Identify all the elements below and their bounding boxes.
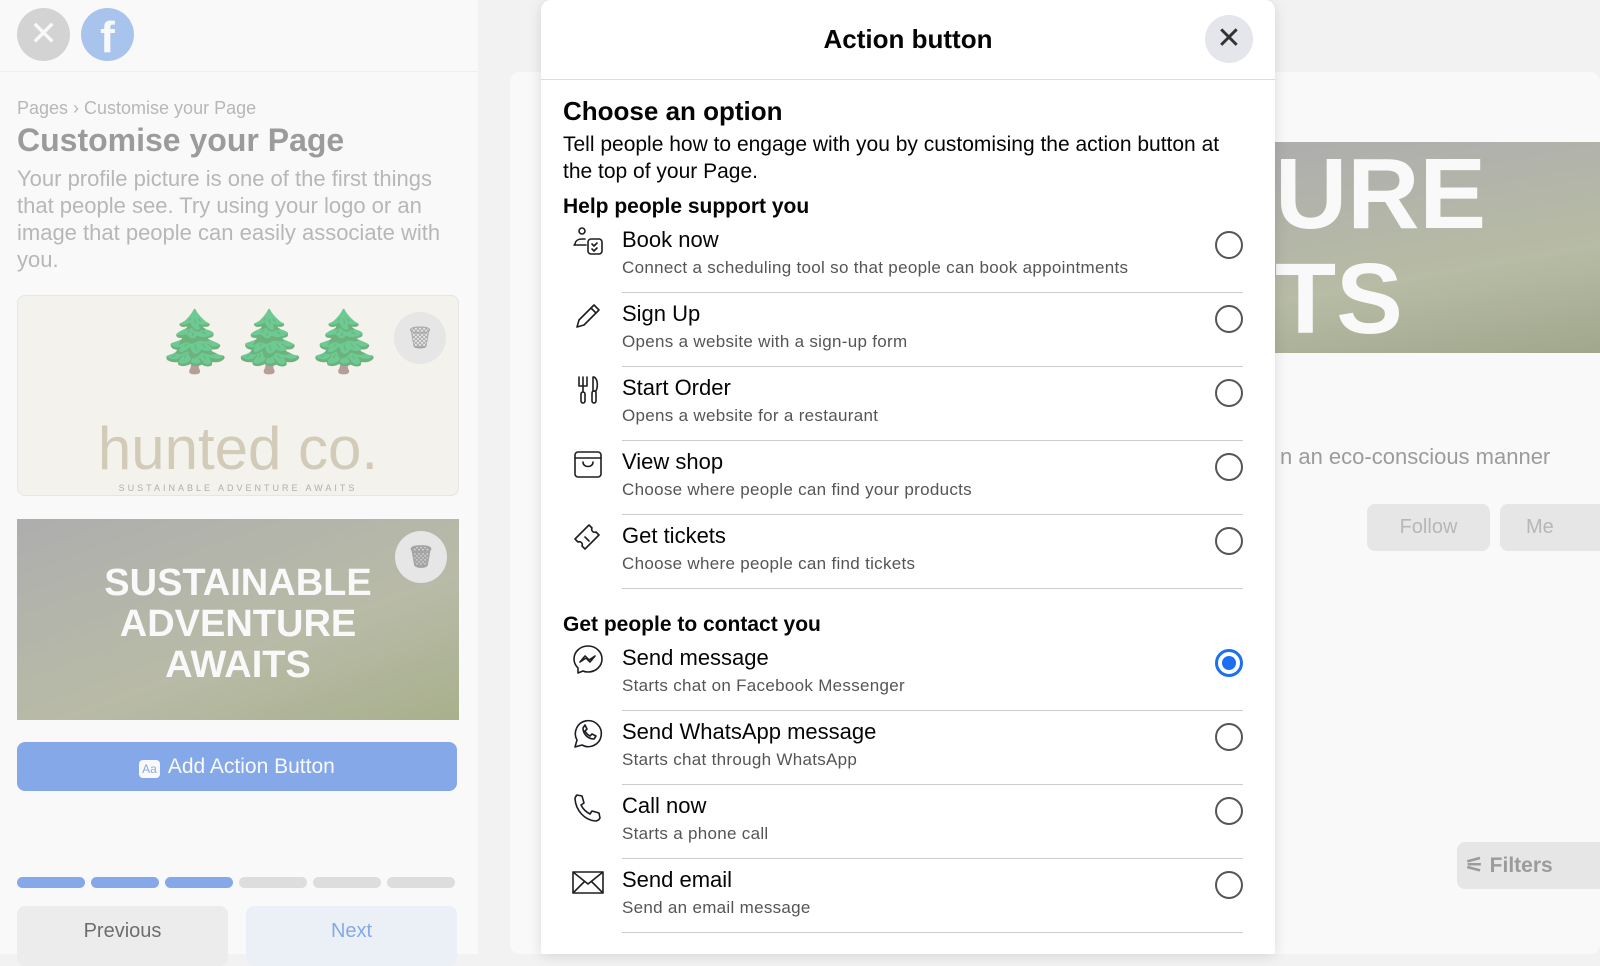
option-subtitle: Choose where people can find your produc… [622, 480, 972, 499]
phone-icon [563, 785, 622, 859]
dialog-title: Action button [823, 24, 993, 54]
option-text: Book now Connect a scheduling tool so tha… [622, 219, 1243, 293]
option-subtitle: Choose where people can find tickets [622, 554, 916, 573]
option-send-message[interactable]: Send message Starts chat on Facebook Mess… [563, 637, 1243, 711]
logo-text: hunted co. [97, 415, 379, 482]
facebook-logo-icon: f [81, 8, 134, 62]
option-get-tickets[interactable]: Get tickets Choose where people can find … [563, 515, 1243, 589]
option-subtitle: Starts chat through WhatsApp [622, 750, 858, 769]
option-title: Send email [622, 867, 733, 892]
option-view-shop[interactable]: View shop Choose where people can find yo… [563, 441, 1243, 515]
dialog-body: Choose an option Tell people how to enga… [541, 80, 1275, 933]
option-radio[interactable] [1215, 305, 1243, 333]
profile-picture: 🌲🌲🌲 hunted co. SUSTAINABLE ADVENTURE AWA… [17, 295, 459, 496]
option-radio[interactable] [1215, 649, 1243, 677]
option-text: Send email Send an email message [622, 859, 1243, 933]
message-button[interactable]: Me [1500, 504, 1600, 551]
delete-cover-button[interactable]: 🗑 [395, 531, 447, 583]
option-title: Get tickets [622, 523, 726, 548]
filters-label: Filters [1489, 854, 1553, 877]
option-call-now[interactable]: Call now Starts a phone call [563, 785, 1243, 859]
whatsapp-icon [563, 711, 622, 785]
add-action-button[interactable]: Aa Add Action Button [17, 742, 457, 791]
page-tagline: n an eco-conscious manner [1280, 444, 1551, 469]
option-subtitle: Connect a scheduling tool so that people… [622, 258, 1129, 277]
filters-button[interactable]: ⚟ Filters [1457, 842, 1600, 889]
option-text: View shop Choose where people can find yo… [622, 441, 1243, 515]
page-title: Customise your Page [17, 122, 345, 158]
pencil-icon [563, 293, 622, 367]
option-text: Start Order Opens a website for a restaur… [622, 367, 1243, 441]
add-action-label: Add Action Button [167, 755, 335, 778]
option-title: Send message [622, 645, 769, 670]
action-button-dialog: Action button ✕ Choose an option Tell pe… [541, 0, 1275, 954]
option-sign-up[interactable]: Sign Up Opens a website with a sign-up fo… [563, 293, 1243, 367]
option-radio[interactable] [1215, 527, 1243, 555]
option-text: Send WhatsApp message Starts chat through… [622, 711, 1243, 785]
next-button[interactable]: Next [246, 906, 457, 966]
section-title: Get people to contact you [563, 613, 821, 636]
option-radio[interactable] [1215, 871, 1243, 899]
section-title: Help people support you [563, 195, 810, 218]
previous-button[interactable]: Previous [17, 906, 228, 966]
follow-button[interactable]: Follow [1367, 504, 1490, 551]
calendar-person-icon [563, 219, 622, 293]
customise-panel: ✕ f Pages › Customise your Page Customis… [0, 0, 478, 966]
envelope-icon [563, 859, 622, 933]
breadcrumb: Pages › Customise your Page [17, 98, 257, 118]
option-title: Book now [622, 227, 719, 252]
option-title: Send WhatsApp message [622, 719, 877, 744]
choose-heading: Choose an option [563, 96, 783, 126]
option-radio[interactable] [1215, 379, 1243, 407]
option-start-order[interactable]: Start Order Opens a website for a restaur… [563, 367, 1243, 441]
messenger-icon [563, 637, 622, 711]
option-text: Sign Up Opens a website with a sign-up fo… [622, 293, 1243, 367]
delete-profile-picture-button[interactable]: 🗑 [394, 312, 446, 364]
intro-text: Tell people how to engage with you by cu… [563, 133, 1220, 183]
close-panel-button[interactable]: ✕ [17, 8, 70, 61]
option-text: Get tickets Choose where people can find … [622, 515, 1243, 589]
option-title: View shop [622, 449, 724, 474]
option-book-now[interactable]: Book now Connect a scheduling tool so tha… [563, 219, 1243, 293]
option-subtitle: Send an email message [622, 898, 811, 917]
option-text: Send message Starts chat on Facebook Mess… [622, 637, 1243, 711]
trees-icon: 🌲🌲🌲 [158, 308, 383, 375]
option-text: Call now Starts a phone call [622, 785, 1243, 859]
option-subtitle: Starts a phone call [622, 824, 769, 843]
option-title: Call now [622, 793, 707, 818]
option-send-email[interactable]: Send email Send an email message [563, 859, 1243, 933]
option-radio[interactable] [1215, 453, 1243, 481]
progress-steps [17, 877, 455, 888]
option-title: Sign Up [622, 301, 701, 326]
action-icon: Aa [139, 760, 160, 778]
cover-text: SUSTAINABLE ADVENTURE AWAITS [104, 562, 372, 686]
page-description: Your profile picture is one of the first… [17, 166, 441, 272]
option-subtitle: Opens a website for a restaurant [622, 406, 879, 425]
option-radio[interactable] [1215, 797, 1243, 825]
cover-photo: SUSTAINABLE ADVENTURE AWAITS 🗑 [17, 519, 459, 720]
fork-knife-icon [563, 367, 622, 441]
preview-cover: URE TS [1275, 142, 1600, 353]
option-subtitle: Starts chat on Facebook Messenger [622, 676, 905, 695]
option-title: Start Order [622, 375, 731, 400]
option-send-whatsapp-message[interactable]: Send WhatsApp message Starts chat through… [563, 711, 1243, 785]
shopping-bag-icon [563, 441, 622, 515]
option-radio[interactable] [1215, 723, 1243, 751]
close-dialog-button[interactable]: ✕ [1205, 15, 1253, 63]
panel-topbar: ✕ f [0, 0, 478, 72]
logo-tagline: SUSTAINABLE ADVENTURE AWAITS [118, 483, 358, 493]
option-subtitle: Opens a website with a sign-up form [622, 332, 908, 351]
option-radio[interactable] [1215, 231, 1243, 259]
dialog-header: Action button ✕ [541, 0, 1275, 80]
ticket-icon [563, 515, 622, 589]
